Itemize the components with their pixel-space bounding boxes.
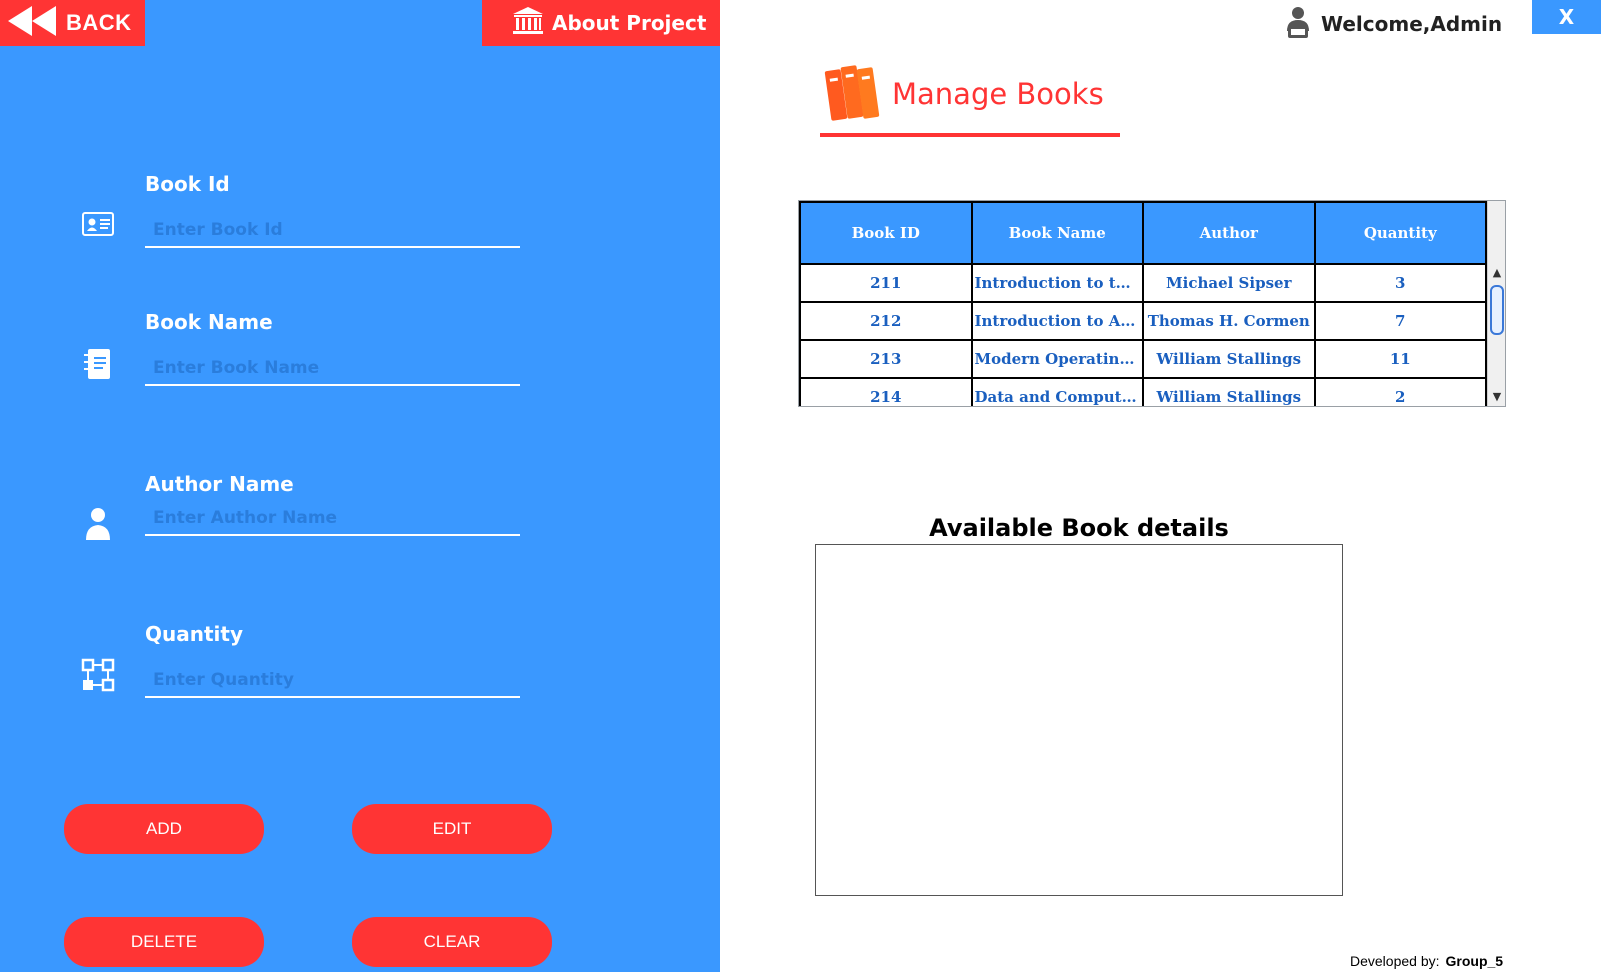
book-name-label: Book Name xyxy=(145,310,273,334)
cell-book-name: Introduction to the T... xyxy=(970,263,1144,303)
welcome-label: Welcome,Admin xyxy=(1321,12,1503,36)
table-row[interactable]: 213 Modern Operating S... William Stalli… xyxy=(799,339,1487,379)
cell-book-id: 212 xyxy=(799,301,973,341)
cell-quantity: 7 xyxy=(1313,301,1487,341)
title-underline xyxy=(820,133,1120,137)
person-icon xyxy=(80,506,116,542)
cell-quantity: 11 xyxy=(1313,339,1487,379)
cell-book-id: 213 xyxy=(799,339,973,379)
edit-button[interactable]: EDIT xyxy=(352,804,552,854)
footer: Developed by: Group_5 xyxy=(1350,953,1503,969)
rewind-icon xyxy=(6,4,58,42)
welcome-area: Welcome,Admin xyxy=(1285,4,1502,44)
table-row[interactable]: 211 Introduction to the T... Michael Sip… xyxy=(799,263,1487,303)
cell-book-name: Data and Computer C... xyxy=(970,377,1144,406)
cell-book-id: 214 xyxy=(799,377,973,406)
page-title-area: Manage Books xyxy=(824,58,1104,130)
column-header-book-id[interactable]: Book ID xyxy=(799,201,973,265)
book-name-input[interactable] xyxy=(145,352,520,386)
about-project-label: About Project xyxy=(552,11,707,35)
cell-book-name: Modern Operating S... xyxy=(970,339,1144,379)
cell-book-id: 211 xyxy=(799,263,973,303)
books-table: Book ID Book Name Author Quantity 211 In… xyxy=(799,201,1487,406)
bank-building-icon xyxy=(512,6,544,40)
books-table-container: Book ID Book Name Author Quantity 211 In… xyxy=(798,200,1506,407)
book-details-panel xyxy=(815,544,1343,896)
cell-quantity: 3 xyxy=(1313,263,1487,303)
back-button[interactable]: BACK xyxy=(0,0,145,46)
page-title: Manage Books xyxy=(892,77,1104,111)
cell-author: William Stallings xyxy=(1142,339,1316,379)
about-project-button[interactable]: About Project xyxy=(482,0,720,46)
author-name-input[interactable] xyxy=(145,502,520,536)
table-scrollbar[interactable]: ▲ ▼ xyxy=(1487,201,1505,406)
id-card-icon xyxy=(80,206,116,242)
details-heading: Available Book details xyxy=(929,514,1229,542)
clear-button[interactable]: CLEAR xyxy=(352,917,552,967)
cell-author: Michael Sipser xyxy=(1142,263,1316,303)
scroll-down-arrow-icon[interactable]: ▼ xyxy=(1488,389,1505,405)
book-id-input[interactable] xyxy=(145,214,520,248)
cell-book-name: Introduction to Algo... xyxy=(970,301,1144,341)
column-header-quantity[interactable]: Quantity xyxy=(1313,201,1487,265)
cell-quantity: 2 xyxy=(1313,377,1487,406)
left-panel: BACK About Project Book Id Enter Book Id… xyxy=(0,0,720,972)
table-row[interactable]: 212 Introduction to Algo... Thomas H. Co… xyxy=(799,301,1487,341)
user-icon xyxy=(1285,5,1311,44)
flowchart-icon xyxy=(80,657,116,693)
scroll-up-arrow-icon[interactable]: ▲ xyxy=(1488,265,1505,281)
developed-by-label: Developed by: xyxy=(1350,953,1440,969)
table-row[interactable]: 214 Data and Computer C... William Stall… xyxy=(799,377,1487,406)
delete-button[interactable]: DELETE xyxy=(64,917,264,967)
back-label: BACK xyxy=(66,10,132,35)
book-id-label: Book Id xyxy=(145,172,230,196)
column-header-author[interactable]: Author xyxy=(1142,201,1316,265)
quantity-label: Quantity xyxy=(145,622,243,646)
quantity-input[interactable] xyxy=(145,664,520,698)
cell-author: Thomas H. Cormen xyxy=(1142,301,1316,341)
add-button[interactable]: ADD xyxy=(64,804,264,854)
close-button[interactable]: X xyxy=(1532,0,1601,34)
notebook-icon xyxy=(80,346,116,382)
scroll-thumb[interactable] xyxy=(1490,285,1504,335)
cell-author: William Stallings xyxy=(1142,377,1316,406)
column-header-book-name[interactable]: Book Name xyxy=(970,201,1144,265)
group-label: Group_5 xyxy=(1445,953,1504,969)
books-icon xyxy=(824,58,882,130)
author-name-label: Author Name xyxy=(145,472,294,496)
table-header-row: Book ID Book Name Author Quantity xyxy=(799,201,1487,265)
